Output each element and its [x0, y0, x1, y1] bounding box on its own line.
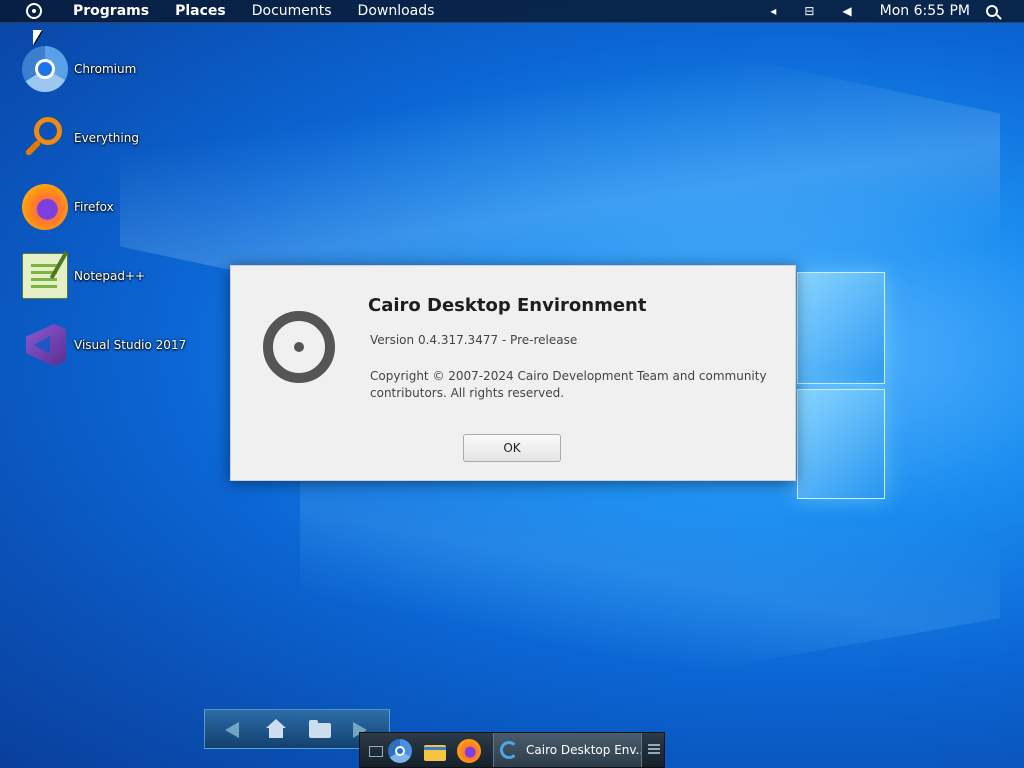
firefox-icon: [22, 184, 68, 230]
dialog-title: Cairo Desktop Environment: [368, 295, 647, 316]
desktop-icon-everything[interactable]: Everything: [22, 113, 182, 163]
file-explorer-icon[interactable]: [423, 738, 449, 764]
show-desktop-icon[interactable]: [363, 738, 389, 764]
home-icon[interactable]: [265, 719, 287, 741]
menu-programs[interactable]: Programs: [60, 0, 162, 22]
chrome-icon[interactable]: [388, 739, 412, 763]
taskbar-active-window[interactable]: Cairo Desktop Env...: [493, 733, 642, 767]
desktop-icon-label: Everything: [74, 131, 139, 145]
notepad-plus-plus-icon: [22, 253, 68, 299]
system-tray: ◂ ⊟ ◀ Mon 6:55 PM: [756, 0, 1024, 22]
search-icon[interactable]: [986, 5, 998, 17]
cairo-logo-icon: [263, 311, 335, 383]
desktop-icon-label: Visual Studio 2017: [74, 338, 187, 352]
hamburger-menu-icon[interactable]: [648, 744, 660, 754]
desktop-icon-firefox[interactable]: Firefox: [22, 182, 182, 232]
clock[interactable]: Mon 6:55 PM: [880, 3, 970, 19]
chromium-icon: [22, 46, 68, 92]
menu-places[interactable]: Places: [162, 0, 239, 22]
visual-studio-icon: [22, 322, 68, 368]
desktop-icon-notepadpp[interactable]: Notepad++: [22, 251, 182, 301]
version-text: Version 0.4.317.3477 - Pre-release: [370, 333, 578, 347]
wallpaper-logo-pane-bottom: [797, 389, 885, 499]
tray-expand-arrow-icon[interactable]: ◂: [770, 4, 776, 18]
cairo-logo-icon[interactable]: [26, 3, 42, 19]
taskbar: Cairo Desktop Env...: [359, 732, 665, 768]
about-dialog: Cairo Desktop Environment Version 0.4.31…: [230, 265, 796, 481]
firefox-icon[interactable]: [457, 739, 481, 763]
menu-documents[interactable]: Documents: [239, 0, 345, 22]
cairo-window-icon: [500, 741, 518, 759]
desktop-icon-visual-studio[interactable]: Visual Studio 2017: [22, 320, 186, 370]
desktop-icon-label: Firefox: [74, 200, 114, 214]
wallpaper-logo-pane-top: [797, 272, 885, 384]
desktop-icon-label: Chromium: [74, 62, 137, 76]
ok-button[interactable]: OK: [463, 434, 561, 462]
desktop-icon-label: Notepad++: [74, 269, 146, 283]
menu-downloads[interactable]: Downloads: [345, 0, 448, 22]
everything-search-icon: [22, 115, 68, 161]
top-menu-bar: Programs Places Documents Downloads ◂ ⊟ …: [0, 0, 1024, 23]
volume-icon[interactable]: ◀: [842, 4, 851, 18]
taskbar-window-title: Cairo Desktop Env...: [526, 743, 641, 757]
folder-icon[interactable]: [309, 719, 331, 741]
copyright-text: Copyright © 2007-2024 Cairo Development …: [370, 369, 767, 400]
back-arrow-icon[interactable]: [225, 722, 239, 738]
network-icon[interactable]: ⊟: [804, 4, 814, 18]
mouse-cursor-icon: [33, 30, 42, 45]
desktop-icon-chromium[interactable]: Chromium: [22, 44, 182, 94]
